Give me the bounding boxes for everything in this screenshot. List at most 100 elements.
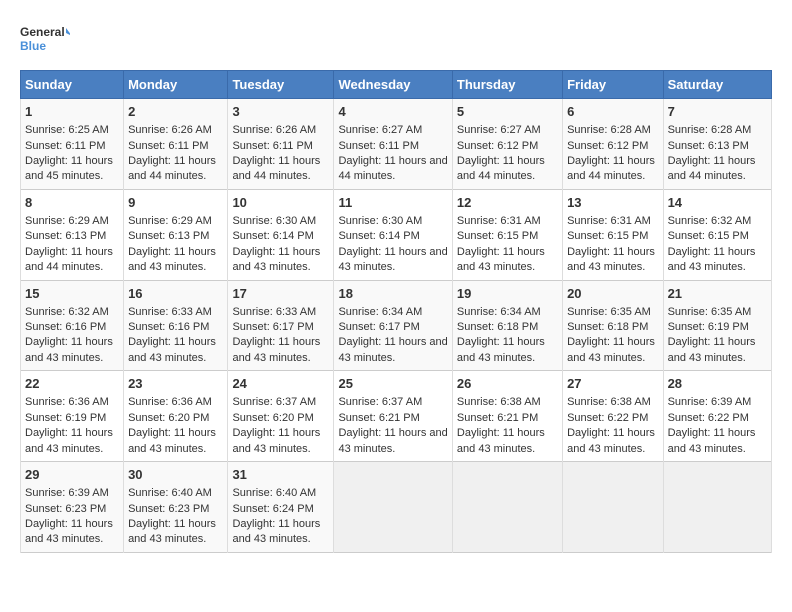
week-row-1: 1Sunrise: 6:25 AMSunset: 6:11 PMDaylight… <box>21 99 772 190</box>
day-info: Daylight: 11 hours and 44 minutes. <box>25 245 119 276</box>
calendar-cell: 24Sunrise: 6:37 AMSunset: 6:20 PMDayligh… <box>228 371 334 462</box>
calendar-cell: 5Sunrise: 6:27 AMSunset: 6:12 PMDaylight… <box>452 99 562 190</box>
day-info: Sunrise: 6:32 AM <box>25 305 119 320</box>
day-info: Sunset: 6:23 PM <box>25 502 119 517</box>
day-info: Sunrise: 6:29 AM <box>25 214 119 229</box>
header-day-sunday: Sunday <box>21 71 124 99</box>
day-info: Daylight: 11 hours and 43 minutes. <box>128 426 223 457</box>
day-info: Sunset: 6:21 PM <box>457 411 558 426</box>
day-info: Sunset: 6:14 PM <box>338 229 447 244</box>
day-info: Sunset: 6:19 PM <box>25 411 119 426</box>
svg-text:Blue: Blue <box>20 39 46 53</box>
day-info: Sunset: 6:21 PM <box>338 411 447 426</box>
day-info: Sunset: 6:19 PM <box>668 320 767 335</box>
day-number: 15 <box>25 285 119 303</box>
header-row: SundayMondayTuesdayWednesdayThursdayFrid… <box>21 71 772 99</box>
calendar-cell: 4Sunrise: 6:27 AMSunset: 6:11 PMDaylight… <box>334 99 452 190</box>
calendar-cell: 9Sunrise: 6:29 AMSunset: 6:13 PMDaylight… <box>124 189 228 280</box>
day-info: Daylight: 11 hours and 43 minutes. <box>25 517 119 548</box>
day-info: Sunset: 6:11 PM <box>128 139 223 154</box>
day-number: 16 <box>128 285 223 303</box>
day-info: Sunset: 6:12 PM <box>567 139 659 154</box>
day-info: Sunset: 6:24 PM <box>232 502 329 517</box>
calendar-cell: 10Sunrise: 6:30 AMSunset: 6:14 PMDayligh… <box>228 189 334 280</box>
day-info: Sunset: 6:15 PM <box>668 229 767 244</box>
calendar-cell: 13Sunrise: 6:31 AMSunset: 6:15 PMDayligh… <box>563 189 664 280</box>
day-info: Sunset: 6:18 PM <box>567 320 659 335</box>
day-number: 2 <box>128 103 223 121</box>
day-info: Sunset: 6:17 PM <box>232 320 329 335</box>
day-number: 5 <box>457 103 558 121</box>
day-number: 22 <box>25 375 119 393</box>
day-number: 29 <box>25 466 119 484</box>
calendar-header: SundayMondayTuesdayWednesdayThursdayFrid… <box>21 71 772 99</box>
week-row-3: 15Sunrise: 6:32 AMSunset: 6:16 PMDayligh… <box>21 280 772 371</box>
day-number: 4 <box>338 103 447 121</box>
day-number: 31 <box>232 466 329 484</box>
day-info: Sunset: 6:22 PM <box>567 411 659 426</box>
day-info: Daylight: 11 hours and 43 minutes. <box>232 517 329 548</box>
day-info: Daylight: 11 hours and 43 minutes. <box>232 245 329 276</box>
header-day-saturday: Saturday <box>663 71 771 99</box>
calendar-cell: 12Sunrise: 6:31 AMSunset: 6:15 PMDayligh… <box>452 189 562 280</box>
day-info: Sunset: 6:12 PM <box>457 139 558 154</box>
day-info: Daylight: 11 hours and 43 minutes. <box>338 245 447 276</box>
page-header: General Blue <box>20 20 772 60</box>
day-number: 10 <box>232 194 329 212</box>
day-info: Daylight: 11 hours and 44 minutes. <box>232 154 329 185</box>
header-day-thursday: Thursday <box>452 71 562 99</box>
day-info: Sunset: 6:17 PM <box>338 320 447 335</box>
logo-svg: General Blue <box>20 20 70 60</box>
calendar-cell: 7Sunrise: 6:28 AMSunset: 6:13 PMDaylight… <box>663 99 771 190</box>
header-day-wednesday: Wednesday <box>334 71 452 99</box>
day-info: Sunset: 6:20 PM <box>232 411 329 426</box>
calendar-cell: 11Sunrise: 6:30 AMSunset: 6:14 PMDayligh… <box>334 189 452 280</box>
day-number: 11 <box>338 194 447 212</box>
calendar-table: SundayMondayTuesdayWednesdayThursdayFrid… <box>20 70 772 553</box>
day-info: Sunrise: 6:35 AM <box>668 305 767 320</box>
day-info: Daylight: 11 hours and 43 minutes. <box>128 245 223 276</box>
day-info: Sunrise: 6:27 AM <box>457 123 558 138</box>
day-number: 28 <box>668 375 767 393</box>
svg-text:General: General <box>20 25 65 39</box>
day-info: Daylight: 11 hours and 43 minutes. <box>128 335 223 366</box>
day-info: Daylight: 11 hours and 43 minutes. <box>457 335 558 366</box>
week-row-4: 22Sunrise: 6:36 AMSunset: 6:19 PMDayligh… <box>21 371 772 462</box>
day-info: Sunrise: 6:37 AM <box>232 395 329 410</box>
day-number: 23 <box>128 375 223 393</box>
day-info: Daylight: 11 hours and 43 minutes. <box>338 335 447 366</box>
day-info: Sunrise: 6:37 AM <box>338 395 447 410</box>
calendar-cell: 15Sunrise: 6:32 AMSunset: 6:16 PMDayligh… <box>21 280 124 371</box>
day-info: Sunset: 6:13 PM <box>128 229 223 244</box>
day-number: 1 <box>25 103 119 121</box>
day-number: 9 <box>128 194 223 212</box>
day-info: Daylight: 11 hours and 43 minutes. <box>668 335 767 366</box>
day-number: 14 <box>668 194 767 212</box>
day-info: Sunrise: 6:35 AM <box>567 305 659 320</box>
week-row-5: 29Sunrise: 6:39 AMSunset: 6:23 PMDayligh… <box>21 462 772 553</box>
day-info: Sunrise: 6:30 AM <box>232 214 329 229</box>
day-info: Sunrise: 6:36 AM <box>128 395 223 410</box>
header-day-tuesday: Tuesday <box>228 71 334 99</box>
calendar-cell: 16Sunrise: 6:33 AMSunset: 6:16 PMDayligh… <box>124 280 228 371</box>
day-info: Sunset: 6:15 PM <box>457 229 558 244</box>
day-info: Sunrise: 6:32 AM <box>668 214 767 229</box>
calendar-body: 1Sunrise: 6:25 AMSunset: 6:11 PMDaylight… <box>21 99 772 553</box>
calendar-cell <box>663 462 771 553</box>
day-info: Sunrise: 6:26 AM <box>232 123 329 138</box>
day-number: 19 <box>457 285 558 303</box>
day-info: Sunrise: 6:28 AM <box>668 123 767 138</box>
day-info: Daylight: 11 hours and 44 minutes. <box>338 154 447 185</box>
day-info: Sunrise: 6:39 AM <box>668 395 767 410</box>
calendar-cell: 31Sunrise: 6:40 AMSunset: 6:24 PMDayligh… <box>228 462 334 553</box>
calendar-cell: 2Sunrise: 6:26 AMSunset: 6:11 PMDaylight… <box>124 99 228 190</box>
calendar-cell: 28Sunrise: 6:39 AMSunset: 6:22 PMDayligh… <box>663 371 771 462</box>
day-info: Sunset: 6:11 PM <box>25 139 119 154</box>
week-row-2: 8Sunrise: 6:29 AMSunset: 6:13 PMDaylight… <box>21 189 772 280</box>
day-info: Daylight: 11 hours and 43 minutes. <box>232 335 329 366</box>
day-info: Sunset: 6:16 PM <box>128 320 223 335</box>
calendar-cell: 20Sunrise: 6:35 AMSunset: 6:18 PMDayligh… <box>563 280 664 371</box>
day-number: 25 <box>338 375 447 393</box>
day-info: Daylight: 11 hours and 43 minutes. <box>567 245 659 276</box>
day-info: Daylight: 11 hours and 43 minutes. <box>25 426 119 457</box>
